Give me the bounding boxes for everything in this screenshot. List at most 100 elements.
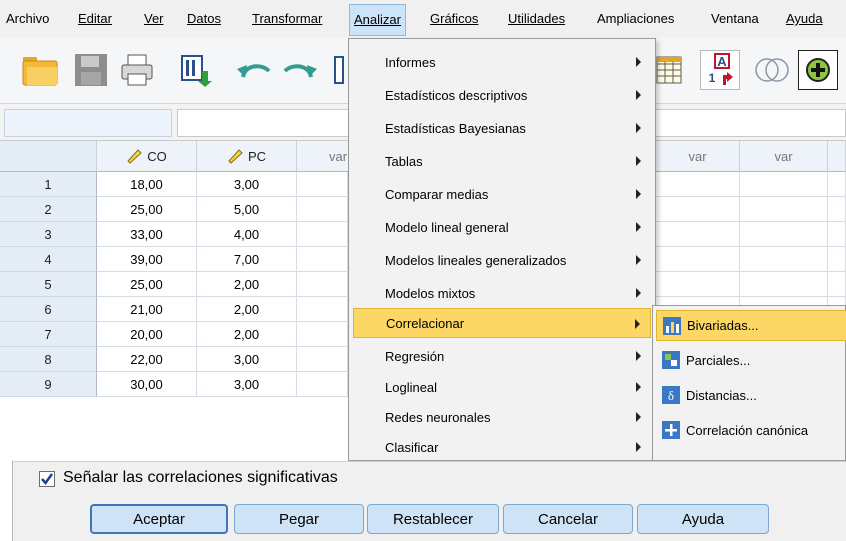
row-number[interactable]: 1 [0,172,97,197]
empty-cell[interactable] [828,247,846,272]
empty-cell[interactable] [828,222,846,247]
menu-item-tablas[interactable]: Tablas [353,146,651,176]
recall-dialog-icon[interactable] [176,50,216,90]
menu-item-estadisticas-bayesianas[interactable]: Estadísticas Bayesianas [353,113,651,143]
row-number[interactable]: 7 [0,322,97,347]
menu-archivo[interactable]: Archivo [6,11,49,26]
data-cell[interactable]: 25,00 [97,272,197,297]
help-button[interactable]: Ayuda [637,504,769,534]
data-cell[interactable]: 2,00 [197,272,297,297]
empty-cell[interactable] [656,247,740,272]
empty-cell[interactable] [656,197,740,222]
menu-ver[interactable]: Ver [144,11,164,26]
menu-editar[interactable]: Editar [78,11,112,26]
paste-button[interactable]: Pegar [234,504,364,534]
menu-item-clasificar[interactable]: Clasificar [353,432,651,462]
print-icon[interactable] [117,50,157,90]
empty-cell[interactable] [297,222,348,247]
menu-ventana[interactable]: Ventana [711,11,759,26]
data-cell[interactable]: 20,00 [97,322,197,347]
row-number[interactable]: 4 [0,247,97,272]
menu-item-estadisticos-descriptivos[interactable]: Estadísticos descriptivos [353,80,651,110]
empty-cell[interactable] [297,322,348,347]
data-cell[interactable]: 2,00 [197,322,297,347]
accept-button[interactable]: Aceptar [90,504,228,534]
menu-item-correlacionar[interactable]: Correlacionar [353,308,651,338]
row-number[interactable]: 5 [0,272,97,297]
empty-cell[interactable] [297,372,348,397]
data-cell[interactable]: 7,00 [197,247,297,272]
cell-name-box[interactable] [4,109,172,137]
cancel-button[interactable]: Cancelar [503,504,633,534]
menu-graficos[interactable]: Gráficos [430,11,478,26]
menu-item-modelos-mixtos[interactable]: Modelos mixtos [353,278,651,308]
data-cell[interactable]: 3,00 [197,372,297,397]
empty-cell[interactable] [297,347,348,372]
value-labels-icon[interactable]: A 1 [700,50,740,90]
column-header-var[interactable] [828,141,846,172]
data-cell[interactable]: 18,00 [97,172,197,197]
empty-cell[interactable] [656,172,740,197]
menu-item-regresion[interactable]: Regresión [353,341,651,371]
reset-button[interactable]: Restablecer [367,504,499,534]
flag-significant-checkbox[interactable] [39,471,55,487]
data-cell[interactable]: 3,00 [197,347,297,372]
empty-cell[interactable] [297,172,348,197]
menu-item-modelo-lineal-general[interactable]: Modelo lineal general [353,212,651,242]
empty-cell[interactable] [297,297,348,322]
data-cell[interactable]: 5,00 [197,197,297,222]
menu-ampliaciones[interactable]: Ampliaciones [597,11,674,26]
data-cell[interactable]: 25,00 [97,197,197,222]
data-cell[interactable]: 2,00 [197,297,297,322]
menu-transformar[interactable]: Transformar [252,11,322,26]
empty-cell[interactable] [828,272,846,297]
data-cell[interactable]: 33,00 [97,222,197,247]
row-number[interactable]: 8 [0,347,97,372]
submenu-item-correlacion-canonica[interactable]: Correlación canónica [656,415,846,446]
menu-item-redes-neuronales[interactable]: Redes neuronales [353,402,651,432]
data-cell[interactable]: 21,00 [97,297,197,322]
open-folder-icon[interactable] [20,50,60,90]
split-file-icon[interactable] [654,52,684,88]
menu-ayuda[interactable]: Ayuda [786,11,823,26]
submenu-item-parciales[interactable]: Parciales... [656,345,846,376]
empty-cell[interactable] [297,197,348,222]
column-header-var[interactable]: var [740,141,828,172]
data-cell[interactable]: 39,00 [97,247,197,272]
submenu-item-distancias[interactable]: δ Distancias... [656,380,846,411]
empty-cell[interactable] [297,272,348,297]
undo-icon[interactable] [234,52,274,88]
submenu-item-bivariadas[interactable]: Bivariadas... [656,310,846,341]
menu-utilidades[interactable]: Utilidades [508,11,565,26]
menu-item-loglineal[interactable]: Loglineal [353,372,651,402]
row-number[interactable]: 2 [0,197,97,222]
add-on-icon[interactable] [798,50,838,90]
column-header-var[interactable]: var [656,141,740,172]
menu-item-comparar-medias[interactable]: Comparar medias [353,179,651,209]
data-cell[interactable]: 22,00 [97,347,197,372]
empty-cell[interactable] [740,197,828,222]
empty-cell[interactable] [297,247,348,272]
empty-cell[interactable] [828,172,846,197]
column-header-pc[interactable]: PC [197,141,297,172]
data-cell[interactable]: 30,00 [97,372,197,397]
menu-item-modelos-lineales-generalizados[interactable]: Modelos lineales generalizados [353,245,651,275]
go-to-case-icon[interactable] [332,52,346,88]
empty-cell[interactable] [740,172,828,197]
row-number[interactable]: 6 [0,297,97,322]
data-cell[interactable]: 4,00 [197,222,297,247]
redo-icon[interactable] [280,52,320,88]
menu-datos[interactable]: Datos [187,11,221,26]
data-cell[interactable]: 3,00 [197,172,297,197]
empty-cell[interactable] [656,222,740,247]
empty-cell[interactable] [740,272,828,297]
empty-cell[interactable] [828,197,846,222]
row-number[interactable]: 9 [0,372,97,397]
column-header-co[interactable]: CO [97,141,197,172]
use-sets-icon[interactable] [752,50,792,90]
menu-item-informes[interactable]: Informes [353,47,651,77]
save-icon[interactable] [71,50,111,90]
row-number[interactable]: 3 [0,222,97,247]
empty-cell[interactable] [656,272,740,297]
menu-analizar[interactable]: Analizar [349,4,406,36]
